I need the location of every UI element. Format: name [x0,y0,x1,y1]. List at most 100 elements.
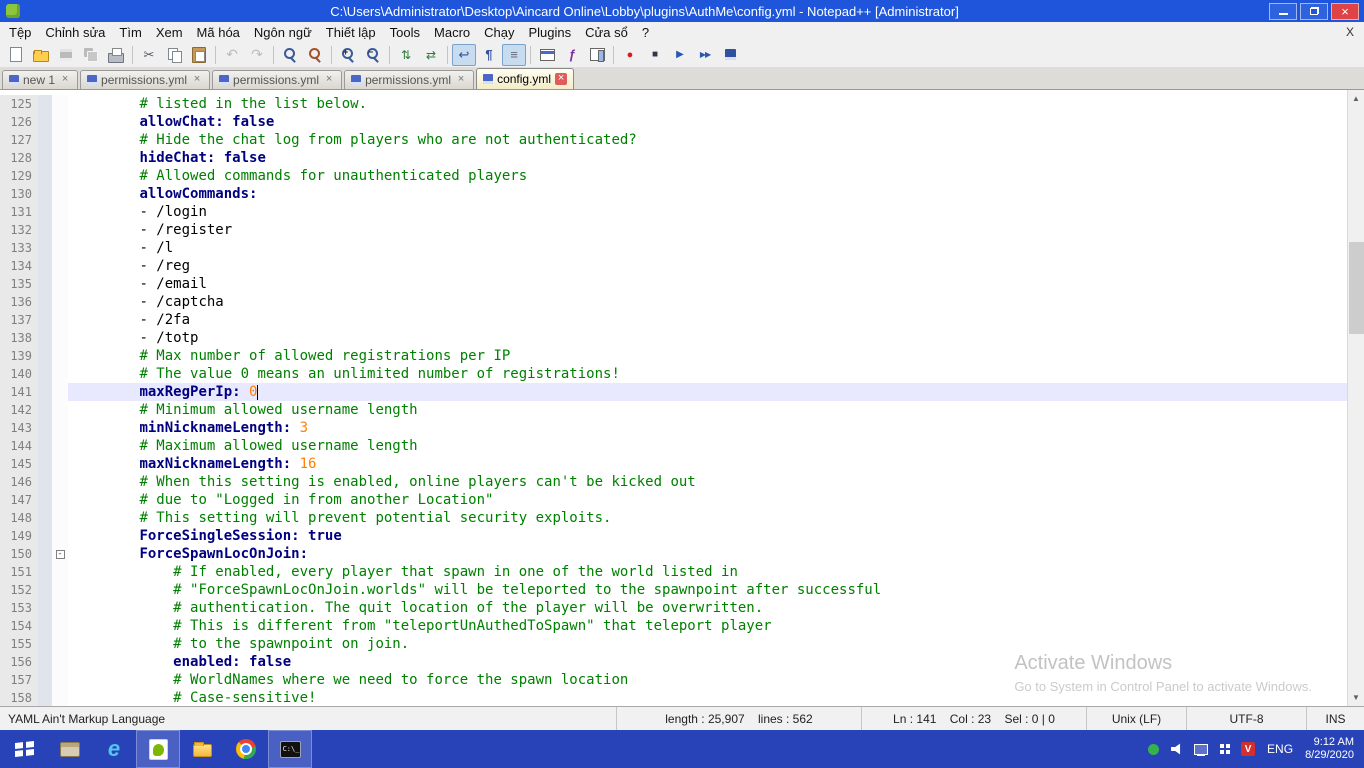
save-icon[interactable] [54,44,78,66]
code-line[interactable]: 155 # to the spawnpoint on join. [0,635,1347,653]
bookmark-margin[interactable] [38,167,52,185]
function-list-icon[interactable]: ƒ [560,44,584,66]
show-all-characters-icon[interactable]: ¶ [477,44,501,66]
find-icon[interactable] [278,44,302,66]
fold-margin[interactable] [52,437,68,455]
vertical-scrollbar[interactable]: ▲ ▼ [1347,90,1364,706]
code-line[interactable]: 133 - /l [0,239,1347,257]
menu-item-encoding[interactable]: Mã hóa [190,23,247,42]
paste-icon[interactable] [187,44,211,66]
code-line[interactable]: 145 maxNicknameLength: 16 [0,455,1347,473]
bookmark-margin[interactable] [38,257,52,275]
tab-close-icon[interactable]: × [59,74,71,86]
bookmark-margin[interactable] [38,365,52,383]
command-prompt-icon[interactable]: C:\_ [268,730,312,768]
code-line[interactable]: 140 # The value 0 means an unlimited num… [0,365,1347,383]
fold-margin[interactable] [52,563,68,581]
bookmark-margin[interactable] [38,131,52,149]
menu-item-window[interactable]: Cửa sổ [578,23,635,42]
code-line[interactable]: 130 allowCommands: [0,185,1347,203]
fold-margin[interactable] [52,383,68,401]
scrollbar-thumb[interactable] [1349,242,1364,334]
playback-macro-icon[interactable]: ▶ [668,44,692,66]
minimize-button[interactable] [1269,3,1297,20]
stop-recording-icon[interactable]: ■ [643,44,667,66]
tab-permissions-2[interactable]: permissions.yml× [212,70,342,89]
bookmark-margin[interactable] [38,275,52,293]
fold-margin[interactable] [52,473,68,491]
code-line[interactable]: 157 # WorldNames where we need to force … [0,671,1347,689]
zoom-in-icon[interactable]: + [336,44,360,66]
code-line[interactable]: 151 # If enabled, every player that spaw… [0,563,1347,581]
notepadpp-taskbar-icon[interactable] [136,730,180,768]
code-line[interactable]: 142 # Minimum allowed username length [0,401,1347,419]
file-explorer-icon[interactable] [180,730,224,768]
fold-margin[interactable] [52,149,68,167]
code-line[interactable]: 136 - /captcha [0,293,1347,311]
clock[interactable]: 9:12 AM 8/29/2020 [1305,736,1354,762]
bookmark-margin[interactable] [38,563,52,581]
fold-margin[interactable] [52,293,68,311]
server-manager-icon[interactable] [48,730,92,768]
undo-icon[interactable]: ↶ [220,44,244,66]
code-line[interactable]: 154 # This is different from "teleportUn… [0,617,1347,635]
fold-margin[interactable] [52,95,68,113]
network-icon[interactable] [1193,741,1209,757]
scroll-down-arrow[interactable]: ▼ [1348,689,1364,706]
fold-margin[interactable] [52,581,68,599]
fold-margin[interactable] [52,365,68,383]
code-line[interactable]: 132 - /register [0,221,1347,239]
menu-item-search[interactable]: Tìm [112,23,148,42]
code-line[interactable]: 137 - /2fa [0,311,1347,329]
sync-vertical-icon[interactable]: ⇅ [394,44,418,66]
scroll-up-arrow[interactable]: ▲ [1348,90,1364,107]
word-wrap-icon[interactable]: ↩ [452,44,476,66]
redo-icon[interactable]: ↷ [245,44,269,66]
bookmark-margin[interactable] [38,95,52,113]
tab-permissions-1[interactable]: permissions.yml× [80,70,210,89]
language-indicator[interactable]: ENG [1267,742,1293,756]
close-button[interactable]: × [1331,3,1359,20]
tab-new-1[interactable]: new 1× [2,70,78,89]
fold-margin[interactable] [52,203,68,221]
bookmark-margin[interactable] [38,221,52,239]
code-line[interactable]: 144 # Maximum allowed username length [0,437,1347,455]
fold-margin[interactable] [52,617,68,635]
fold-margin[interactable] [52,347,68,365]
zoom-out-icon[interactable]: − [361,44,385,66]
menu-item-run[interactable]: Chạy [477,23,521,42]
copy-icon[interactable] [162,44,186,66]
bookmark-margin[interactable] [38,527,52,545]
bookmark-margin[interactable] [38,383,52,401]
tab-config[interactable]: config.yml× [476,68,574,89]
code-line[interactable]: 134 - /reg [0,257,1347,275]
fold-margin[interactable] [52,599,68,617]
bookmark-margin[interactable] [38,401,52,419]
print-icon[interactable] [104,44,128,66]
bookmark-margin[interactable] [38,293,52,311]
code-line[interactable]: 152 # "ForceSpawnLocOnJoin.worlds" will … [0,581,1347,599]
fold-margin[interactable] [52,275,68,293]
menu-item-edit[interactable]: Chỉnh sửa [38,23,112,42]
bookmark-margin[interactable] [38,185,52,203]
bookmark-margin[interactable] [38,419,52,437]
code-line[interactable]: 139 # Max number of allowed registration… [0,347,1347,365]
save-all-icon[interactable] [79,44,103,66]
fold-margin[interactable] [52,671,68,689]
code-line[interactable]: 153 # authentication. The quit location … [0,599,1347,617]
code-line[interactable]: 128 hideChat: false [0,149,1347,167]
tab-close-icon[interactable]: × [323,74,335,86]
code-line[interactable]: 149 ForceSingleSession: true [0,527,1347,545]
fold-margin[interactable] [52,491,68,509]
save-macro-icon[interactable] [718,44,742,66]
fold-margin[interactable] [52,635,68,653]
tab-close-icon[interactable]: × [455,74,467,86]
bookmark-margin[interactable] [38,617,52,635]
fold-margin[interactable] [52,329,68,347]
start-button[interactable] [0,730,48,768]
bookmark-margin[interactable] [38,635,52,653]
document-map-icon[interactable] [585,44,609,66]
bookmark-margin[interactable] [38,689,52,706]
fold-margin[interactable] [52,311,68,329]
code-line[interactable]: 146 # When this setting is enabled, onli… [0,473,1347,491]
